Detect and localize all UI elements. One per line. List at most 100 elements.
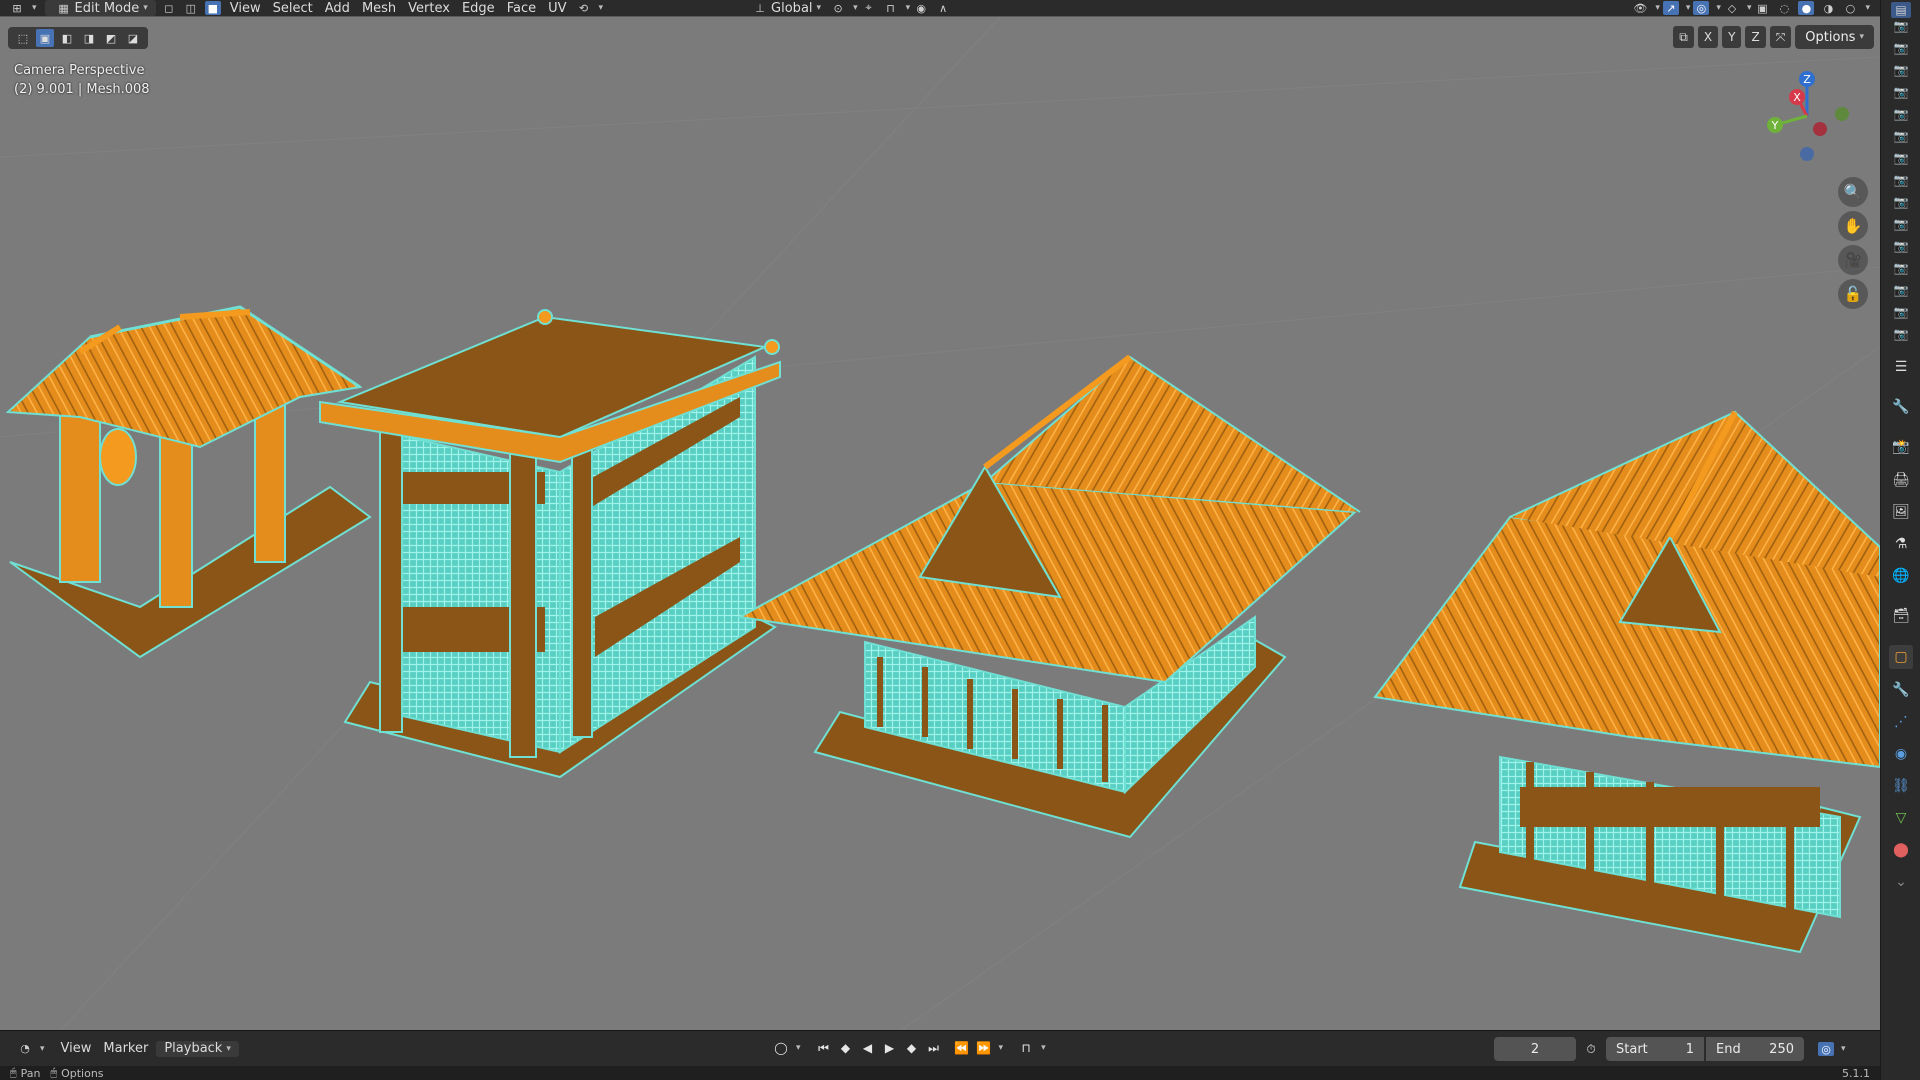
end-frame-field[interactable]: End 250 xyxy=(1706,1037,1804,1061)
mirror-x-toggle[interactable]: X xyxy=(1697,26,1719,48)
menu-uv[interactable]: UV xyxy=(542,0,572,16)
menu-face[interactable]: Face xyxy=(501,0,542,16)
pan-hand-icon[interactable]: ✋ xyxy=(1838,211,1868,241)
auto-keying-icon[interactable]: ◯ xyxy=(770,1037,792,1059)
falloff-icon[interactable]: ∧ xyxy=(935,1,951,15)
editor-type-button[interactable]: ⊞ ▾ xyxy=(0,0,43,16)
timeline-overlay-icon[interactable]: ◎ xyxy=(1818,1042,1834,1056)
render-camera-icon[interactable]: 📷 xyxy=(1891,106,1911,122)
render-camera-icon[interactable]: 📷 xyxy=(1891,128,1911,144)
current-frame-field[interactable]: 2 xyxy=(1494,1037,1576,1061)
render-camera-icon[interactable]: 📷 xyxy=(1891,40,1911,56)
bell-pavilion-mesh[interactable] xyxy=(5,305,372,659)
material-shading-icon[interactable]: ◑ xyxy=(1820,1,1836,15)
snapping-magnet-icon[interactable]: ⊓ xyxy=(1015,1037,1037,1059)
snap-toggle-icon[interactable]: ⌖ xyxy=(861,1,877,15)
scene-properties-icon[interactable]: ⚗ xyxy=(1889,532,1913,556)
menu-mesh[interactable]: Mesh xyxy=(356,0,402,16)
render-camera-icon[interactable]: 📷 xyxy=(1891,238,1911,254)
scene-canvas[interactable] xyxy=(0,17,1880,1030)
gizmo-neg-x-axis[interactable] xyxy=(1813,122,1827,136)
temple-hall-mesh[interactable] xyxy=(736,354,1361,839)
collection-properties-icon[interactable]: 🗃 xyxy=(1889,604,1913,628)
select-extend-icon[interactable]: ◧ xyxy=(58,29,76,47)
mirror-y-toggle[interactable]: Y xyxy=(1722,26,1742,48)
physics-properties-icon[interactable]: ◉ xyxy=(1889,742,1913,766)
camera-view-icon[interactable]: 🎥 xyxy=(1838,245,1868,275)
select-tool-icon[interactable]: ⬚ xyxy=(14,29,32,47)
3d-viewport[interactable]: ⬚ ▣ ◧ ◨ ◩ ◪ Camera Perspective (2) 9.001… xyxy=(0,16,1880,1030)
world-properties-icon[interactable]: 🌐 xyxy=(1889,564,1913,588)
wireframe-shading-icon[interactable]: ◌ xyxy=(1776,1,1792,15)
navigation-gizmo[interactable]: Z X Y xyxy=(1752,61,1862,171)
pavilion-right-mesh[interactable] xyxy=(1373,410,1880,954)
render-camera-icon[interactable]: 📷 xyxy=(1891,18,1911,34)
particles-properties-icon[interactable]: ⋰ xyxy=(1889,710,1913,734)
render-camera-icon[interactable]: 📷 xyxy=(1891,282,1911,298)
mesh-overlay-icon[interactable]: ◇ xyxy=(1724,1,1740,15)
timeline-editor-type-icon[interactable]: ◔ xyxy=(17,1042,33,1056)
xray-toggle-icon[interactable]: ▣ xyxy=(1754,1,1770,15)
material-properties-icon[interactable]: ⬤ xyxy=(1889,838,1913,862)
menu-vertex[interactable]: Vertex xyxy=(402,0,456,16)
select-intersect-icon[interactable]: ◪ xyxy=(124,29,142,47)
menu-select[interactable]: Select xyxy=(267,0,319,16)
constraints-properties-icon[interactable]: ⛓ xyxy=(1889,774,1913,798)
overlay-toggle-icon[interactable]: ◎ xyxy=(1693,1,1710,15)
proportional-edit-icon[interactable]: ◉ xyxy=(913,1,929,15)
pivot-point-icon[interactable]: ⊙ xyxy=(830,1,846,15)
play-icon[interactable]: ▶ xyxy=(879,1037,901,1059)
render-camera-icon[interactable]: 📷 xyxy=(1891,194,1911,210)
render-camera-icon[interactable]: 📷 xyxy=(1891,172,1911,188)
menu-view[interactable]: View xyxy=(224,0,267,16)
scene-collection-icon[interactable]: ▤ xyxy=(1891,2,1911,18)
modifier-properties-icon[interactable]: 🔧 xyxy=(1889,678,1913,702)
face-select-icon[interactable]: ■ xyxy=(204,1,221,15)
render-camera-icon[interactable]: 📷 xyxy=(1891,62,1911,78)
playback-dropdown[interactable]: Playback ▾ xyxy=(156,1040,239,1057)
gizmo-neg-y-axis[interactable] xyxy=(1835,107,1849,121)
output-properties-icon[interactable]: 🖨 xyxy=(1889,468,1913,492)
prev-keyframe-icon[interactable]: ◆ xyxy=(835,1037,857,1059)
mirror-icon[interactable]: ⧉ xyxy=(1673,26,1694,48)
properties-editor-icon[interactable]: ☰ xyxy=(1889,355,1913,379)
select-new-icon[interactable]: ▣ xyxy=(36,29,54,47)
gizmo-neg-z-axis[interactable] xyxy=(1800,147,1814,161)
mesh-data-properties-icon[interactable]: ▽ xyxy=(1889,806,1913,830)
render-camera-icon[interactable]: 📷 xyxy=(1891,304,1911,320)
render-camera-icon[interactable]: 📷 xyxy=(1891,326,1911,342)
rendered-shading-icon[interactable]: ○ xyxy=(1842,1,1858,15)
select-invert-icon[interactable]: ◩ xyxy=(102,29,120,47)
solid-shading-icon[interactable]: ● xyxy=(1798,1,1815,15)
object-properties-icon[interactable]: ▢ xyxy=(1889,645,1913,669)
edge-select-icon[interactable]: ◫ xyxy=(183,1,199,15)
topology-mirror-icon[interactable]: ⤧ xyxy=(1769,26,1792,48)
play-reverse-icon[interactable]: ◀ xyxy=(857,1037,879,1059)
mirror-z-toggle[interactable]: Z xyxy=(1745,26,1766,48)
uv-sync-icon[interactable]: ⟲ xyxy=(576,1,592,15)
render-properties-icon[interactable]: 📸 xyxy=(1889,435,1913,459)
visibility-icon[interactable]: 👁 xyxy=(1632,1,1648,15)
next-keyframe-icon[interactable]: ◆ xyxy=(901,1037,923,1059)
menu-edge[interactable]: Edge xyxy=(456,0,501,16)
select-subtract-icon[interactable]: ◨ xyxy=(80,29,98,47)
preview-range-clock-icon[interactable]: ⏱ xyxy=(1580,1038,1602,1060)
next-frame-icon[interactable]: ⏩ xyxy=(973,1037,995,1059)
gizmo-toggle-icon[interactable]: ↗ xyxy=(1662,1,1679,15)
transform-orientation-dropdown[interactable]: ⊥ Global ▾ xyxy=(743,0,827,16)
render-camera-icon[interactable]: 📷 xyxy=(1891,216,1911,232)
zoom-icon[interactable]: 🔍 xyxy=(1838,177,1868,207)
lock-icon[interactable]: 🔓 xyxy=(1838,279,1868,309)
prev-frame-icon[interactable]: ⏪ xyxy=(951,1037,973,1059)
menu-add[interactable]: Add xyxy=(319,0,356,16)
render-camera-icon[interactable]: 📷 xyxy=(1891,150,1911,166)
jump-to-start-icon[interactable]: ⏮ xyxy=(813,1037,835,1059)
tool-properties-icon[interactable]: 🔧 xyxy=(1889,395,1913,419)
render-camera-icon[interactable]: 📷 xyxy=(1891,84,1911,100)
timeline-menu-view[interactable]: View xyxy=(55,1041,98,1057)
snap-target-icon[interactable]: ⊓ xyxy=(883,1,899,15)
chevron-down-icon[interactable]: ⌄ xyxy=(1889,870,1913,894)
timeline-menu-marker[interactable]: Marker xyxy=(97,1041,154,1057)
render-camera-icon[interactable]: 📷 xyxy=(1891,260,1911,276)
start-frame-field[interactable]: Start 1 xyxy=(1606,1037,1704,1061)
